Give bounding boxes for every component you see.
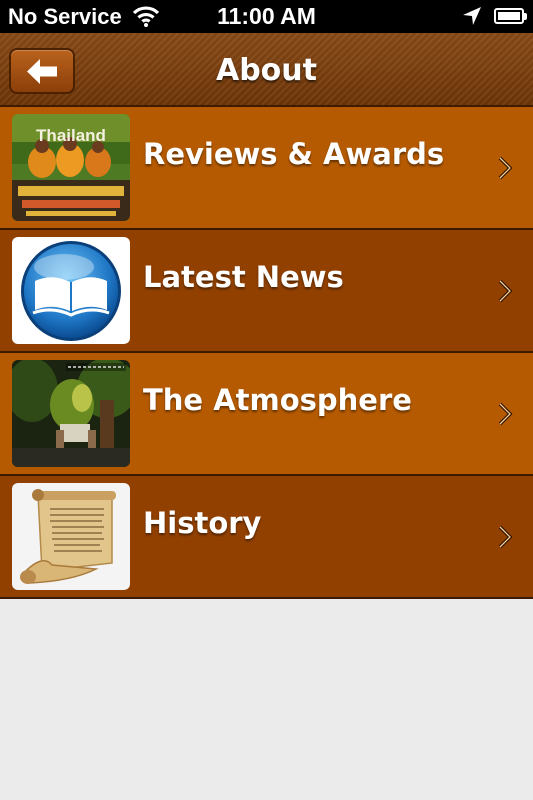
menu-item-reviews-awards[interactable]: Thailand Reviews & Awards — [0, 107, 533, 230]
menu-item-label: Latest News — [143, 260, 344, 294]
status-time: 11:00 AM — [217, 3, 316, 29]
location-arrow-icon — [463, 7, 481, 25]
thumb-thailand-text: Thailand — [36, 126, 106, 145]
chevron-right-icon — [498, 525, 513, 549]
page-title: About — [215, 53, 317, 88]
about-menu-list: Thailand Reviews & Awards Latest News Th… — [0, 107, 533, 599]
chevron-right-icon — [498, 402, 513, 426]
menu-item-label: The Atmosphere — [143, 383, 412, 417]
battery-icon — [494, 8, 527, 24]
status-bar: No Service 11:00 AM — [0, 0, 533, 33]
chevron-right-icon — [498, 156, 513, 180]
menu-item-label: Reviews & Awards — [143, 137, 445, 171]
menu-item-history[interactable]: History — [0, 476, 533, 599]
menu-item-the-atmosphere[interactable]: The Atmosphere — [0, 353, 533, 476]
navigation-bar: About — [0, 33, 533, 107]
menu-item-label: History — [143, 506, 262, 540]
scroll-image — [12, 483, 130, 590]
menu-item-latest-news[interactable]: Latest News — [0, 230, 533, 353]
book-icon — [12, 237, 130, 344]
thailand-guidebook-image: Thailand — [12, 114, 130, 221]
restaurant-garden-image — [12, 360, 130, 467]
chevron-right-icon — [498, 279, 513, 303]
